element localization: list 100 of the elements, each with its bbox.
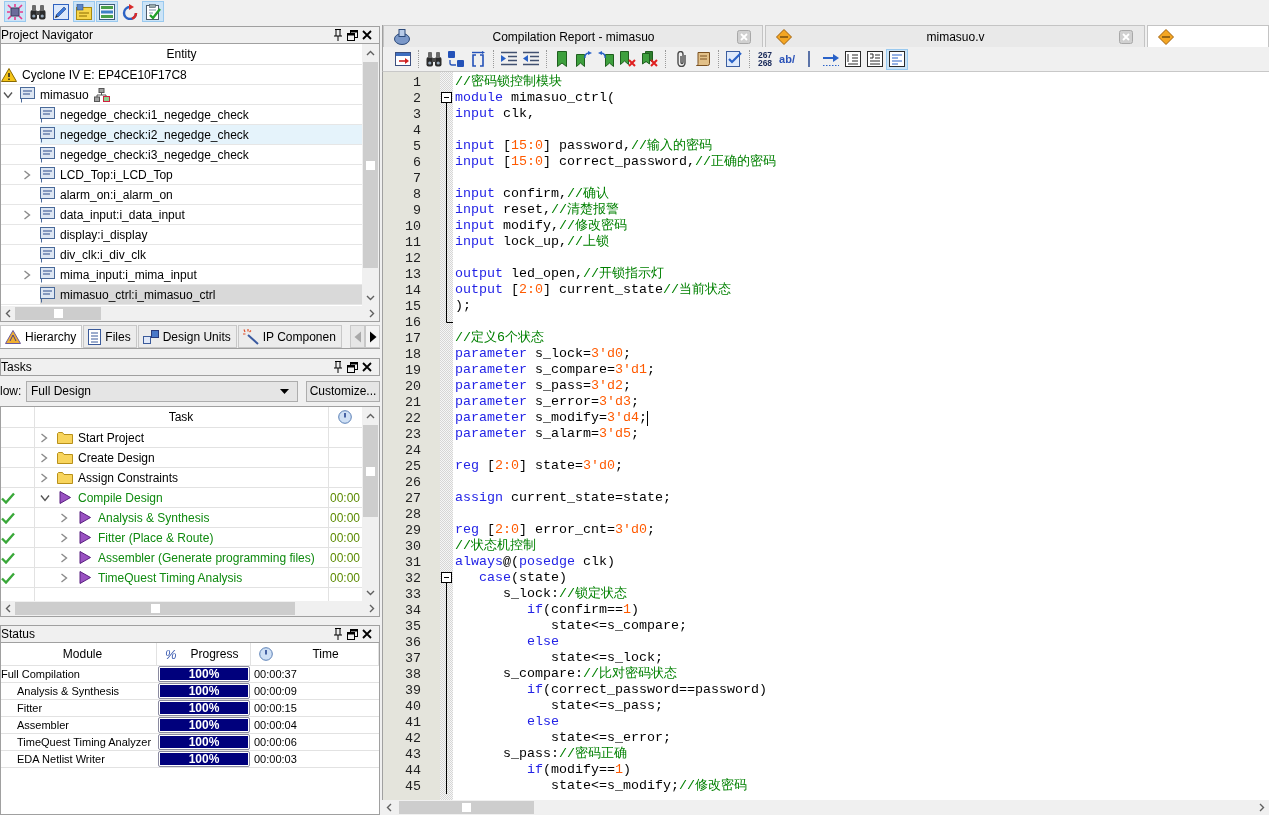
- toolbar-button[interactable]: ab/: [776, 48, 798, 70]
- close-icon[interactable]: [362, 362, 372, 372]
- toolbar-button[interactable]: [445, 48, 467, 70]
- tree-item[interactable]: negedge_check:i3_negedge_check: [40, 145, 253, 164]
- chevron-up-icon[interactable]: [366, 412, 375, 419]
- tab-scroll-button[interactable]: [365, 325, 380, 348]
- chevron-right-icon[interactable]: [60, 552, 68, 563]
- scrollbar-thumb[interactable]: [363, 425, 378, 517]
- chevron-right-icon[interactable]: [60, 572, 68, 583]
- tree-item[interactable]: mima_input:i_mima_input: [40, 265, 201, 284]
- tree-item[interactable]: negedge_check:i2_negedge_check: [40, 125, 362, 144]
- chevron-right-icon[interactable]: [60, 532, 68, 543]
- close-icon[interactable]: [362, 30, 372, 40]
- vertical-scrollbar[interactable]: [362, 44, 379, 306]
- code-line: parameter s_lock=3'd0;: [455, 346, 631, 362]
- task-item[interactable]: Fitter (Place & Route): [77, 530, 214, 545]
- chevron-up-icon[interactable]: [366, 49, 375, 56]
- editor-tab[interactable]: Compilation Report - mimasuo: [383, 25, 763, 47]
- collapse-icon[interactable]: [441, 90, 452, 106]
- tree-item[interactable]: negedge_check:i1_negedge_check: [40, 105, 253, 124]
- code-line: input confirm,//确认: [455, 186, 609, 202]
- tree-item[interactable]: div_clk:i_div_clk: [40, 245, 151, 264]
- flow-dropdown[interactable]: Full Design: [26, 380, 298, 402]
- horizontal-scrollbar[interactable]: [1, 306, 379, 321]
- tree-item[interactable]: mimasuo: [20, 85, 114, 104]
- chevron-right-icon[interactable]: [40, 472, 48, 483]
- tab[interactable]: Files: [83, 325, 137, 348]
- tree-item[interactable]: alarm_on:i_alarm_on: [40, 185, 177, 204]
- chevron-left-icon[interactable]: [386, 803, 392, 812]
- restore-icon[interactable]: [347, 29, 358, 41]
- toolbar-button[interactable]: [864, 48, 886, 70]
- task-item[interactable]: Create Design: [57, 450, 155, 465]
- scrollbar-thumb[interactable]: [15, 307, 101, 320]
- chevron-right-icon[interactable]: [369, 309, 375, 318]
- customize-button[interactable]: Customize...: [306, 380, 380, 402]
- chevron-down-icon[interactable]: [3, 90, 13, 99]
- collapse-icon[interactable]: [441, 570, 452, 586]
- line-number: 20: [404, 378, 422, 394]
- chevron-left-icon[interactable]: [5, 604, 11, 613]
- chevron-right-icon[interactable]: [369, 604, 375, 613]
- chevron-right-icon[interactable]: [40, 432, 48, 443]
- tab[interactable]: Hierarchy: [0, 325, 83, 348]
- chevron-right-icon[interactable]: [23, 169, 31, 180]
- chevron-down-icon[interactable]: [366, 589, 375, 596]
- toolbar-button[interactable]: [842, 48, 864, 70]
- editor-tab[interactable]: mimasuo.v: [765, 25, 1145, 47]
- line-number: 4: [412, 122, 422, 138]
- restore-icon[interactable]: [347, 361, 358, 373]
- code-line: always@(posedge clk): [455, 554, 615, 570]
- line-number: 24: [404, 442, 422, 458]
- chevron-down-icon[interactable]: [40, 493, 50, 502]
- code-line: output [2:0] current_state//当前状态: [455, 282, 731, 298]
- toolbar-button[interactable]: [96, 1, 118, 22]
- paperclip-icon: [676, 51, 686, 67]
- code-line: //定义6个状态: [455, 330, 544, 346]
- tree-item[interactable]: display:i_display: [40, 225, 152, 244]
- tree-item[interactable]: mimasuo_ctrl:i_mimasuo_ctrl: [40, 285, 362, 304]
- line-number: 38: [404, 666, 422, 682]
- task-item[interactable]: Start Project: [57, 430, 145, 445]
- tab[interactable]: IP Componen: [237, 325, 342, 348]
- chevron-left-icon[interactable]: [5, 309, 11, 318]
- play-icon: [79, 531, 91, 544]
- tree-item[interactable]: LCD_Top:i_LCD_Top: [40, 165, 177, 184]
- tree-item[interactable]: data_input:i_data_input: [40, 205, 189, 224]
- pin-icon[interactable]: [333, 361, 343, 373]
- wand-icon: [242, 328, 259, 345]
- close-icon[interactable]: [362, 629, 372, 639]
- task-item[interactable]: Compile Design: [57, 490, 163, 505]
- line-number: 5: [412, 138, 422, 154]
- toolbar-button[interactable]: [886, 48, 908, 70]
- chevron-right-icon[interactable]: [23, 269, 31, 280]
- module-name: Assembler: [17, 719, 69, 731]
- toolbar-button[interactable]: [142, 1, 164, 22]
- task-item[interactable]: TimeQuest Timing Analysis: [77, 570, 243, 585]
- restore-icon[interactable]: [347, 628, 358, 640]
- scrollbar-thumb[interactable]: [399, 801, 534, 814]
- chevron-right-icon[interactable]: [1259, 803, 1265, 812]
- report-icon: [394, 28, 410, 45]
- line-number: 7: [412, 170, 422, 186]
- horizontal-scrollbar[interactable]: [1, 601, 379, 616]
- chevron-right-icon[interactable]: [40, 452, 48, 463]
- document-icon: [88, 328, 102, 345]
- line-number: 26: [404, 474, 422, 490]
- chevron-down-icon[interactable]: [366, 294, 375, 301]
- tree-item[interactable]: Cyclone IV E: EP4CE10F17C8: [1, 65, 191, 84]
- vertical-scrollbar[interactable]: [362, 407, 379, 601]
- pin-icon[interactable]: [333, 29, 343, 41]
- scrollbar-thumb[interactable]: [15, 602, 295, 615]
- chevron-right-icon[interactable]: [60, 512, 68, 523]
- task-item[interactable]: Assign Constraints: [57, 470, 179, 485]
- pin-icon[interactable]: [333, 628, 343, 640]
- tab[interactable]: Design Units: [137, 325, 237, 348]
- task-item[interactable]: Analysis & Synthesis: [77, 510, 210, 525]
- code-line: parameter s_alarm=3'd5;: [455, 426, 639, 442]
- scrollbar-thumb[interactable]: [363, 62, 378, 268]
- task-item[interactable]: Assembler (Generate programming files): [77, 550, 315, 565]
- toolbar-button[interactable]: 267 268: [754, 48, 776, 70]
- arrow-right-icon: [823, 51, 839, 67]
- chevron-right-icon[interactable]: [23, 209, 31, 220]
- line-number: 12: [404, 250, 422, 266]
